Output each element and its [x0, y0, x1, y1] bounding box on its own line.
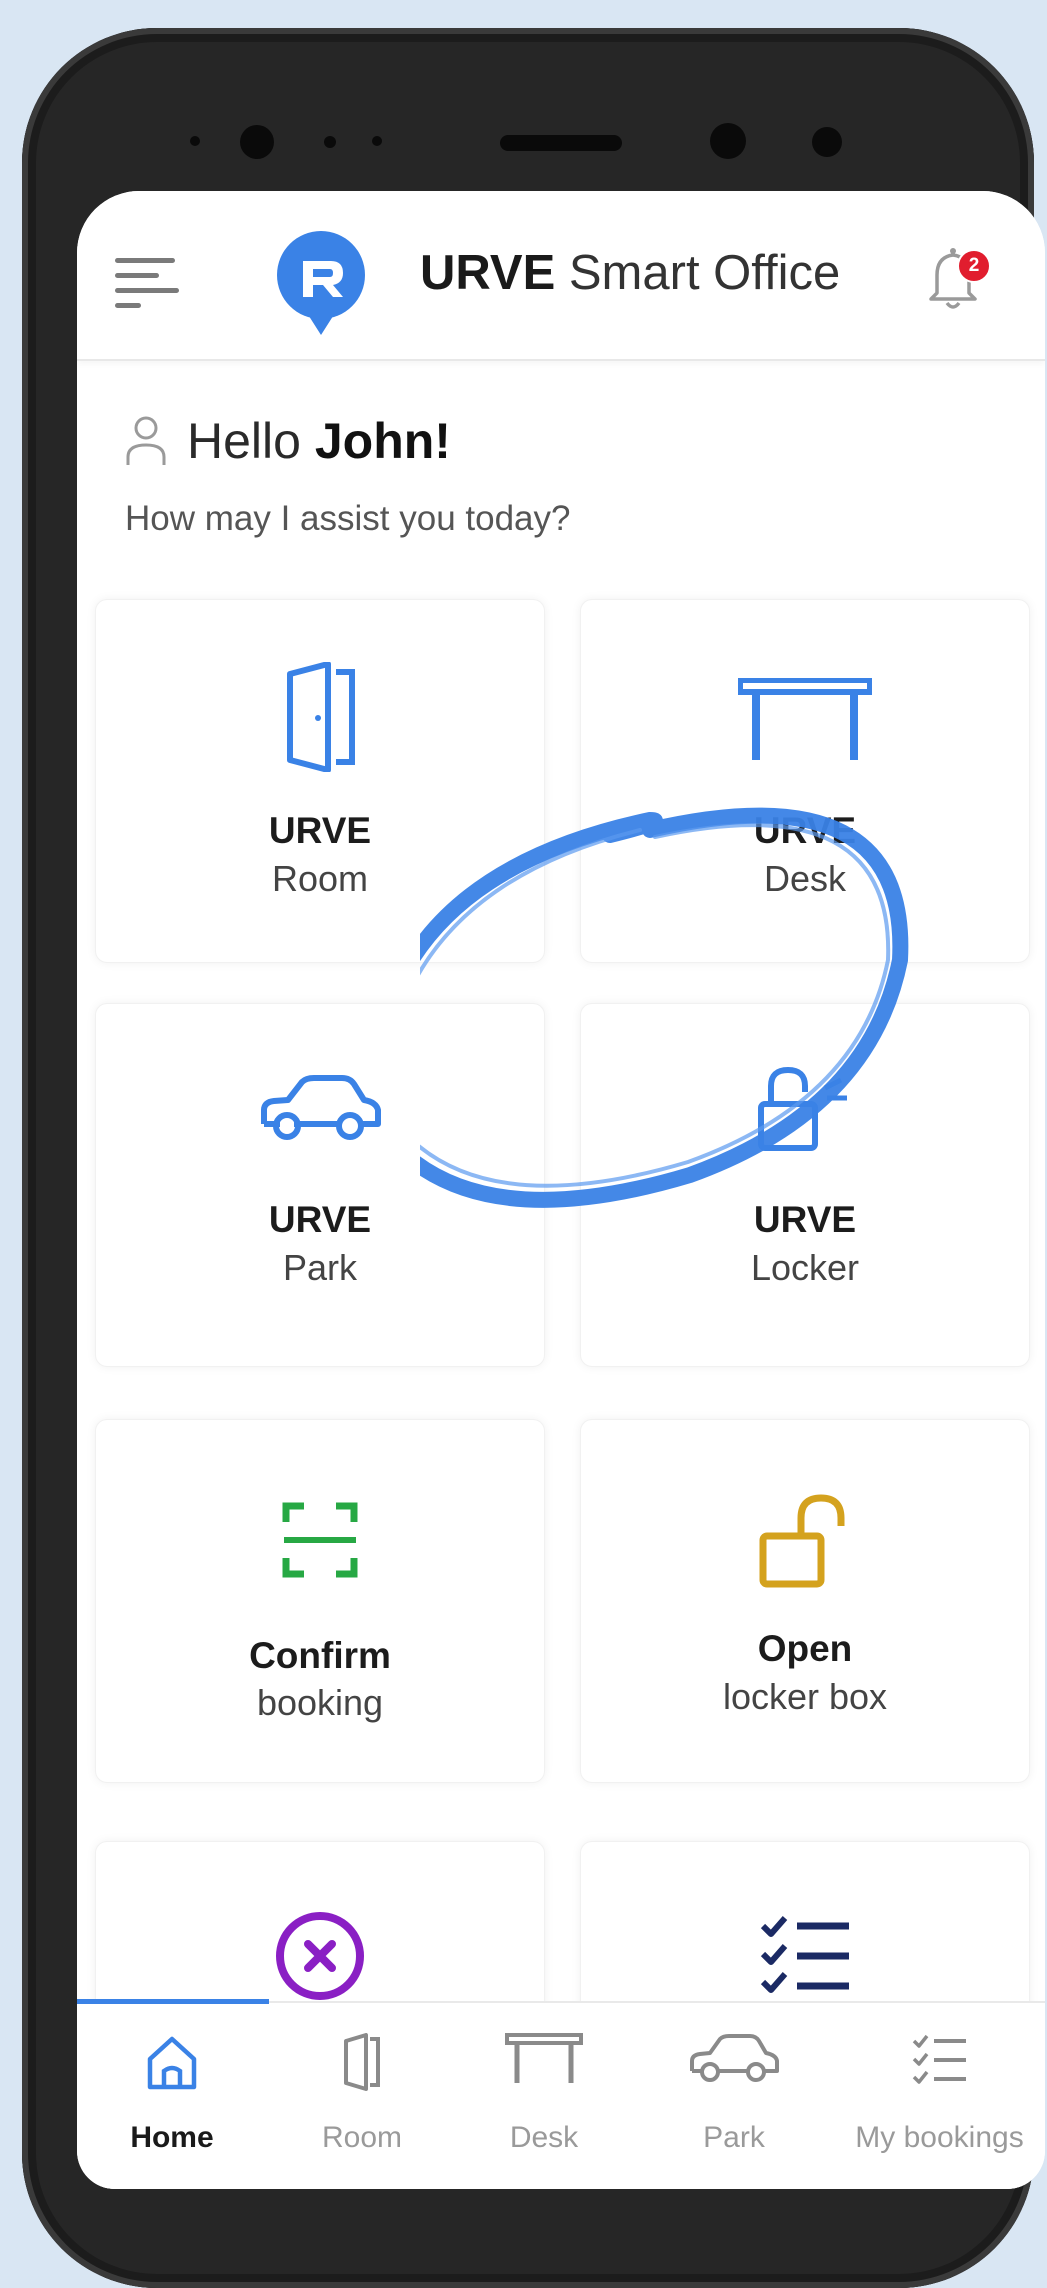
- urve-logo-icon: [277, 231, 365, 335]
- tile-subtitle: booking: [256, 1682, 384, 1723]
- tile-urve-room[interactable]: URVE Room: [95, 599, 545, 963]
- sensor-dot: [710, 123, 746, 159]
- cancel-icon: [276, 1912, 364, 2000]
- bottom-nav: Home Room Desk Park My bookings: [77, 1999, 1045, 2189]
- car-icon: [690, 2034, 779, 2082]
- tile-title: URVE: [753, 1199, 857, 1240]
- car-icon: [261, 1075, 381, 1140]
- greeting-hello: Hello: [187, 413, 315, 469]
- tile-subtitle: Room: [271, 858, 369, 899]
- tile-urve-desk[interactable]: URVE Desk: [580, 599, 1030, 963]
- user-name: John!: [314, 413, 451, 469]
- tile-title: Open: [757, 1628, 853, 1669]
- app-screen: URVE Smart Office 2 Hello John! How may …: [77, 191, 1045, 2189]
- door-icon: [287, 662, 355, 772]
- padlock-open-icon: [759, 1494, 845, 1588]
- tile-title: URVE: [268, 810, 372, 851]
- nav-label: My bookings: [855, 2121, 1024, 2154]
- desk-icon: [505, 2033, 583, 2083]
- app-title: URVE Smart Office: [420, 245, 840, 301]
- greeting-subtitle: How may I assist you today?: [125, 499, 571, 538]
- user-icon: [126, 416, 166, 465]
- greeting: Hello John!: [125, 406, 451, 476]
- nav-room[interactable]: Room: [267, 2003, 457, 2189]
- app-brand: URVE: [420, 246, 556, 300]
- nav-label: Room: [321, 2121, 403, 2154]
- notification-badge: 2: [957, 249, 991, 283]
- checklist-icon: [912, 2034, 966, 2084]
- phone-frame: URVE Smart Office 2 Hello John! How may …: [22, 28, 1045, 2288]
- nav-home[interactable]: Home: [77, 2003, 267, 2189]
- unlock-signal-icon: [758, 1066, 847, 1151]
- tile-subtitle: locker box: [722, 1676, 888, 1717]
- scan-icon: [282, 1502, 358, 1578]
- door-icon: [344, 2033, 380, 2091]
- greeting-text: Hello John!: [187, 412, 451, 470]
- tile-title: URVE: [753, 810, 857, 851]
- nav-label: Home: [130, 2121, 214, 2154]
- tile-confirm-booking[interactable]: Confirm booking: [95, 1419, 545, 1783]
- nav-my-bookings[interactable]: My bookings: [837, 2003, 1042, 2189]
- front-camera: [240, 125, 274, 159]
- checklist-icon: [760, 1916, 849, 1993]
- tile-subtitle: Desk: [763, 858, 847, 899]
- tile-urve-park[interactable]: URVE Park: [95, 1003, 545, 1367]
- sensor-dot: [324, 136, 336, 148]
- tile-open-locker-box[interactable]: Open locker box: [580, 1419, 1030, 1783]
- sensor-dot: [190, 136, 200, 146]
- desk-icon: [738, 678, 872, 760]
- app-header: URVE Smart Office 2: [77, 191, 1045, 361]
- sensor-dot: [812, 127, 842, 157]
- nav-label: Park: [703, 2121, 765, 2154]
- menu-icon[interactable]: [115, 246, 187, 308]
- nav-label: Desk: [509, 2121, 579, 2154]
- tile-urve-locker[interactable]: URVE Locker: [580, 1003, 1030, 1367]
- tile-subtitle: Locker: [750, 1247, 860, 1288]
- home-icon: [147, 2036, 197, 2090]
- app-title-rest: Smart Office: [555, 246, 841, 300]
- tile-title: URVE: [268, 1199, 372, 1240]
- tile-subtitle: Park: [282, 1247, 358, 1288]
- sensor-dot: [372, 136, 382, 146]
- nav-desk[interactable]: Desk: [449, 2003, 639, 2189]
- tile-title: Confirm: [249, 1635, 391, 1676]
- speaker-grille: [500, 135, 622, 151]
- nav-park[interactable]: Park: [639, 2003, 829, 2189]
